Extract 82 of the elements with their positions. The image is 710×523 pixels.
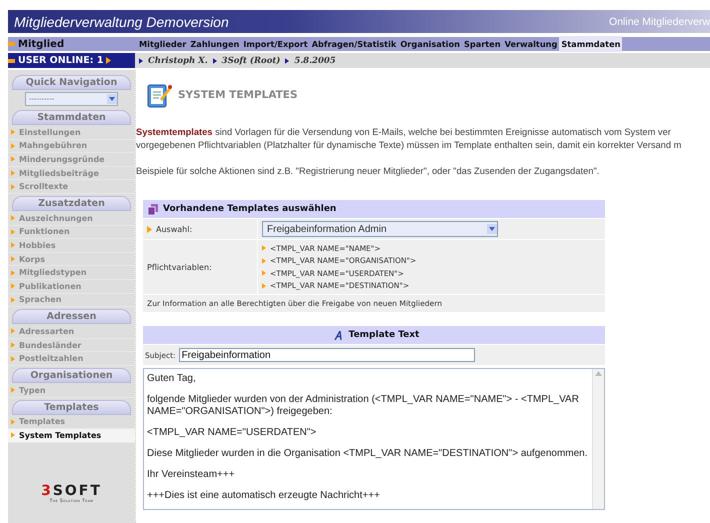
document-icon <box>148 204 158 214</box>
menu-item[interactable]: Import/Export <box>241 36 310 52</box>
sidebar-item[interactable]: Publikationen <box>8 280 135 294</box>
section-header: Adressen <box>12 309 131 324</box>
description-line: vorgegebenen Pflichtvariablen (Platzhalter für dynamische Texte) müssen im Template enthalten sein, damit ein korrekter Versand m <box>136 139 682 152</box>
template-paragraph: folgende Mitglieder wurden von der Administration (<TMPL_VAR NAME="NAME"> - <TMPL_VAR NAME="ORGANISATION">) freigegeben: <box>147 394 580 418</box>
sidebar-item[interactable]: Minderungsgründe <box>8 153 135 167</box>
app-title: Mitgliederverwaltung Demoversion <box>14 14 229 30</box>
triangle-icon <box>11 432 15 438</box>
chevron-down-icon <box>109 97 115 101</box>
triangle-icon <box>285 58 290 64</box>
page-title: SYSTEM TEMPLATES <box>178 89 298 101</box>
panel-title: Vorhandene Templates auswählen <box>163 204 336 214</box>
triangle-icon <box>11 328 15 334</box>
subject-input[interactable]: Freigabeinformation <box>178 348 475 362</box>
section-header: Organisationen <box>12 368 131 383</box>
breadcrumb-item: 3Soft (Root) <box>222 56 280 66</box>
sidebar-item[interactable]: Hobbies <box>8 239 135 253</box>
menu-item[interactable]: Organisation <box>398 36 462 52</box>
triangle-icon <box>11 418 15 425</box>
section-header: Quick Navigation <box>12 75 131 90</box>
triangle-icon <box>11 184 15 190</box>
triangle-icon <box>11 296 15 303</box>
menu-item[interactable]: Zahlungen <box>188 36 242 52</box>
triangle-icon <box>11 129 15 136</box>
sidebar-item[interactable]: Mitgliedstypen <box>8 266 135 280</box>
template-paragraph: Ihr Vereinsteam+++ <box>147 469 236 481</box>
triangle-icon <box>139 58 143 64</box>
logo-text: 3SOFT <box>41 482 102 499</box>
triangle-icon <box>11 142 15 149</box>
sidebar-item[interactable]: Einstellungen <box>8 126 135 140</box>
example-text: Beispiele für solche Aktionen sind z.B. "Registrierung neuer Mitglieder", oder "das Zusenden der Zugangsdaten". <box>136 165 600 178</box>
section-header: Stammdaten <box>12 110 131 125</box>
triangle-icon <box>11 387 15 394</box>
member-label: Mitglied <box>8 37 135 51</box>
template-select[interactable]: Freigabeinformation Admin <box>262 221 498 237</box>
menu-item[interactable]: Stammdaten <box>559 36 622 52</box>
sidebar-item[interactable]: Typen <box>8 384 135 398</box>
panel-title: Template Text <box>348 330 420 340</box>
sidebar-item[interactable]: System Templates <box>8 429 135 443</box>
triangle-icon <box>11 170 15 176</box>
section-header: Templates <box>12 400 131 414</box>
sidebar-item[interactable]: Funktionen <box>8 226 135 240</box>
breadcrumb-item: 5.8.2005 <box>294 56 336 66</box>
triangle-icon <box>147 226 152 232</box>
triangle-icon <box>11 356 15 362</box>
menu-item[interactable]: Abfragen/Statistik <box>310 36 398 52</box>
triangle-icon <box>11 270 15 276</box>
sidebar-item[interactable]: Postleitzahlen <box>8 352 135 366</box>
template-paragraph: +++Dies ist eine automatisch erzeugte Nachricht+++ <box>147 490 381 502</box>
sidebar-item[interactable]: Mitgliedsbeiträge <box>8 166 135 180</box>
template-paragraph: <TMPL_VAR NAME="USERDATEN"> <box>147 427 318 439</box>
triangle-icon <box>11 215 15 222</box>
menu-item[interactable]: Sparten <box>462 36 503 52</box>
field-label: Auswahl: <box>156 224 192 234</box>
sidebar-item[interactable]: Adressarten <box>8 325 135 339</box>
sidebar-item[interactable]: Mahngebühren <box>8 140 135 154</box>
menu-item[interactable]: Verwaltung <box>502 36 560 52</box>
sidebar-item[interactable]: Korps <box>8 252 135 266</box>
triangle-icon <box>11 156 15 162</box>
menu-item[interactable]: Mitglieder <box>137 36 188 52</box>
sidebar-item[interactable]: Bundesländer <box>8 338 135 352</box>
triangle-icon <box>212 58 217 64</box>
triangle-icon <box>11 342 15 348</box>
triangle-icon <box>11 242 15 248</box>
header-subtitle: Online Mitgliederverw <box>609 16 710 28</box>
sidebar-item[interactable]: Sprachen <box>8 294 135 308</box>
triangle-icon <box>106 57 112 64</box>
sidebar-item[interactable]: Scrolltexte <box>8 180 135 194</box>
triangle-icon <box>11 283 15 290</box>
description-line: Systemtemplates sind Vorlagen für die Versendung von E-Mails, welche bei bestimmten Ereignisse automatisch vom System ver <box>136 126 672 139</box>
breadcrumb-item: Christoph X. <box>148 56 208 66</box>
field-label: Pflichtvariablen: <box>147 262 212 272</box>
triangle-icon <box>11 256 15 262</box>
triangle-icon <box>11 228 15 235</box>
template-body-field[interactable] <box>143 368 605 510</box>
chevron-down-icon <box>489 227 495 231</box>
section-header: Zusatzdaten <box>12 196 131 211</box>
sidebar-item[interactable]: Auszeichnungen <box>8 212 135 226</box>
user-online-text: USER ONLINE: 1 <box>18 55 104 66</box>
template-paragraph: Guten Tag, <box>147 373 197 385</box>
template-paragraph: Diese Mitglieder wurden in die Organisation <TMPL_VAR NAME="DESTINATION"> aufgenommen. <box>147 448 589 460</box>
